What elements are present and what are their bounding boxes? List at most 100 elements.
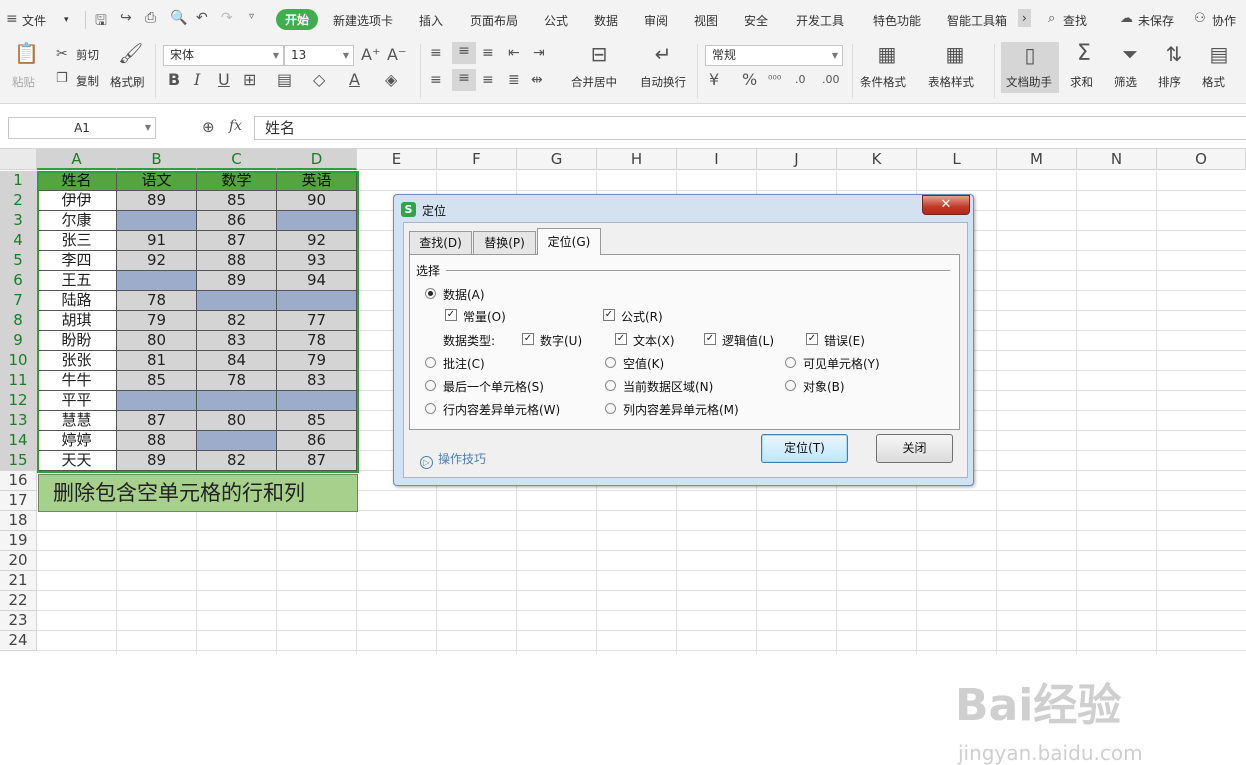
row-header-19[interactable]: 19 bbox=[0, 531, 37, 551]
radio-last-cell[interactable] bbox=[425, 380, 436, 391]
doc-assistant-button[interactable]: ▯ 文档助手 bbox=[1001, 42, 1059, 93]
column-header-n[interactable]: N bbox=[1077, 149, 1157, 170]
row-header-10[interactable]: 10 bbox=[0, 351, 37, 371]
checkbox-logicals-label[interactable]: 逻辑值(L) bbox=[722, 332, 774, 349]
column-header-j[interactable]: J bbox=[757, 149, 837, 170]
row-header-17[interactable]: 17 bbox=[0, 491, 37, 511]
radio-current-region[interactable] bbox=[605, 380, 616, 391]
tab-find[interactable]: 查找(D) bbox=[409, 231, 472, 254]
merge-center-button[interactable]: 合并居中 bbox=[571, 74, 617, 90]
align-right-icon[interactable]: ≡ bbox=[482, 71, 494, 89]
row-header-2[interactable]: 2 bbox=[0, 191, 37, 211]
unsaved-status[interactable]: 未保存 bbox=[1138, 12, 1174, 29]
column-header-e[interactable]: E bbox=[357, 149, 437, 170]
tab-data[interactable]: 数据 bbox=[594, 12, 618, 29]
row-header-14[interactable]: 14 bbox=[0, 431, 37, 451]
undo-icon[interactable]: ↶ bbox=[196, 10, 208, 26]
format-icon[interactable]: ▤ bbox=[1207, 44, 1231, 64]
radio-objects[interactable] bbox=[785, 380, 796, 391]
tab-special[interactable]: 特色功能 bbox=[873, 12, 921, 29]
row-header-21[interactable]: 21 bbox=[0, 571, 37, 591]
tab-replace[interactable]: 替换(P) bbox=[473, 231, 536, 254]
save-icon[interactable]: 🖫 bbox=[95, 10, 107, 34]
row-header-7[interactable]: 7 bbox=[0, 291, 37, 311]
column-header-o[interactable]: O bbox=[1157, 149, 1246, 170]
indent-decrease-icon[interactable]: ⇤ bbox=[508, 44, 520, 62]
column-header-d[interactable]: D bbox=[277, 149, 357, 170]
goto-button[interactable]: 定位(T) bbox=[761, 434, 848, 463]
increase-font-icon[interactable]: A⁺ bbox=[361, 46, 380, 64]
border-icon[interactable]: ⊞ bbox=[243, 71, 256, 89]
fill-color-icon[interactable]: ◇ bbox=[313, 71, 325, 89]
conditional-format-button[interactable]: 条件格式 bbox=[860, 74, 906, 90]
collab-button[interactable]: 协作 bbox=[1212, 12, 1236, 29]
checkbox-numbers-label[interactable]: 数字(U) bbox=[540, 332, 582, 349]
paste-icon[interactable]: 📋 bbox=[14, 43, 39, 63]
radio-row-differences[interactable] bbox=[425, 403, 436, 414]
conditional-format-icon[interactable]: ▦ bbox=[874, 44, 900, 64]
italic-icon[interactable]: I bbox=[194, 71, 200, 89]
row-header-20[interactable]: 20 bbox=[0, 551, 37, 571]
name-box[interactable]: A1 ▼ bbox=[8, 117, 156, 139]
print-icon[interactable]: ⎙ bbox=[145, 10, 156, 26]
column-header-g[interactable]: G bbox=[517, 149, 597, 170]
export-icon[interactable]: ↪ bbox=[120, 10, 132, 26]
checkbox-logicals[interactable]: ✓ bbox=[704, 333, 716, 345]
distributed-icon[interactable]: ⇹ bbox=[531, 71, 543, 89]
search-button[interactable]: 查找 bbox=[1063, 12, 1087, 29]
row-header-4[interactable]: 4 bbox=[0, 231, 37, 251]
wrap-text-icon[interactable]: ↵ bbox=[650, 44, 676, 64]
row-header-1[interactable]: 1 bbox=[0, 171, 37, 191]
cut-button[interactable]: 剪切 bbox=[76, 47, 99, 63]
merge-center-icon[interactable]: ⊟ bbox=[586, 44, 612, 64]
redo-icon[interactable]: ↷ bbox=[221, 10, 233, 26]
align-bottom-icon[interactable]: ≡ bbox=[482, 44, 494, 62]
table-style-button[interactable]: 表格样式 bbox=[928, 74, 974, 90]
row-header-12[interactable]: 12 bbox=[0, 391, 37, 411]
row-header-22[interactable]: 22 bbox=[0, 591, 37, 611]
radio-last-cell-label[interactable]: 最后一个单元格(S) bbox=[443, 378, 544, 395]
font-size-select[interactable]: 13 ▼ bbox=[284, 45, 354, 66]
column-header-i[interactable]: I bbox=[677, 149, 757, 170]
row-header-16[interactable]: 16 bbox=[0, 471, 37, 491]
filter-icon[interactable]: ⏷ bbox=[1118, 44, 1142, 64]
fill-pattern-icon[interactable]: ▤ bbox=[277, 71, 292, 89]
column-header-c[interactable]: C bbox=[197, 149, 277, 170]
column-header-m[interactable]: M bbox=[997, 149, 1077, 170]
copy-button[interactable]: 复制 bbox=[76, 73, 99, 89]
format-painter-button[interactable]: 格式刷 bbox=[110, 74, 145, 90]
radio-blanks[interactable] bbox=[605, 357, 616, 368]
radio-blanks-label[interactable]: 空值(K) bbox=[623, 355, 664, 372]
bold-icon[interactable]: B bbox=[168, 71, 180, 89]
align-center-icon[interactable]: ≡ bbox=[452, 69, 476, 91]
row-header-13[interactable]: 13 bbox=[0, 411, 37, 431]
paste-button[interactable]: 粘贴 bbox=[12, 74, 35, 90]
chevron-down-icon[interactable]: ▾ bbox=[64, 15, 69, 25]
radio-comments[interactable] bbox=[425, 357, 436, 368]
align-top-icon[interactable]: ≡ bbox=[430, 44, 442, 62]
radio-column-differences-label[interactable]: 列内容差异单元格(M) bbox=[623, 401, 739, 418]
radio-visible-cells-label[interactable]: 可见单元格(Y) bbox=[803, 355, 880, 372]
row-header-9[interactable]: 9 bbox=[0, 331, 37, 351]
checkbox-errors-label[interactable]: 错误(E) bbox=[824, 332, 865, 349]
radio-row-differences-label[interactable]: 行内容差异单元格(W) bbox=[443, 401, 560, 418]
checkbox-constants[interactable]: ✓ bbox=[445, 309, 457, 321]
underline-icon[interactable]: U bbox=[218, 71, 230, 89]
font-color-icon[interactable]: A bbox=[349, 71, 360, 89]
radio-visible-cells[interactable] bbox=[785, 357, 796, 368]
checkbox-errors[interactable]: ✓ bbox=[806, 333, 818, 345]
row-header-3[interactable]: 3 bbox=[0, 211, 37, 231]
tab-formulas[interactable]: 公式 bbox=[544, 12, 568, 29]
radio-data[interactable] bbox=[425, 288, 436, 299]
tab-goto[interactable]: 定位(G) bbox=[537, 228, 601, 255]
row-header-18[interactable]: 18 bbox=[0, 511, 37, 531]
checkbox-formulas-label[interactable]: 公式(R) bbox=[621, 308, 663, 325]
select-all-corner[interactable] bbox=[0, 149, 37, 170]
decrease-font-icon[interactable]: A⁻ bbox=[387, 46, 406, 64]
row-header-6[interactable]: 6 bbox=[0, 271, 37, 291]
column-header-b[interactable]: B bbox=[117, 149, 197, 170]
tips-link[interactable]: ▷ 操作技巧 bbox=[420, 450, 486, 469]
increase-decimal-icon[interactable]: .0 bbox=[795, 71, 806, 89]
checkbox-constants-label[interactable]: 常量(O) bbox=[463, 308, 506, 325]
indent-increase-icon[interactable]: ⇥ bbox=[533, 44, 545, 62]
